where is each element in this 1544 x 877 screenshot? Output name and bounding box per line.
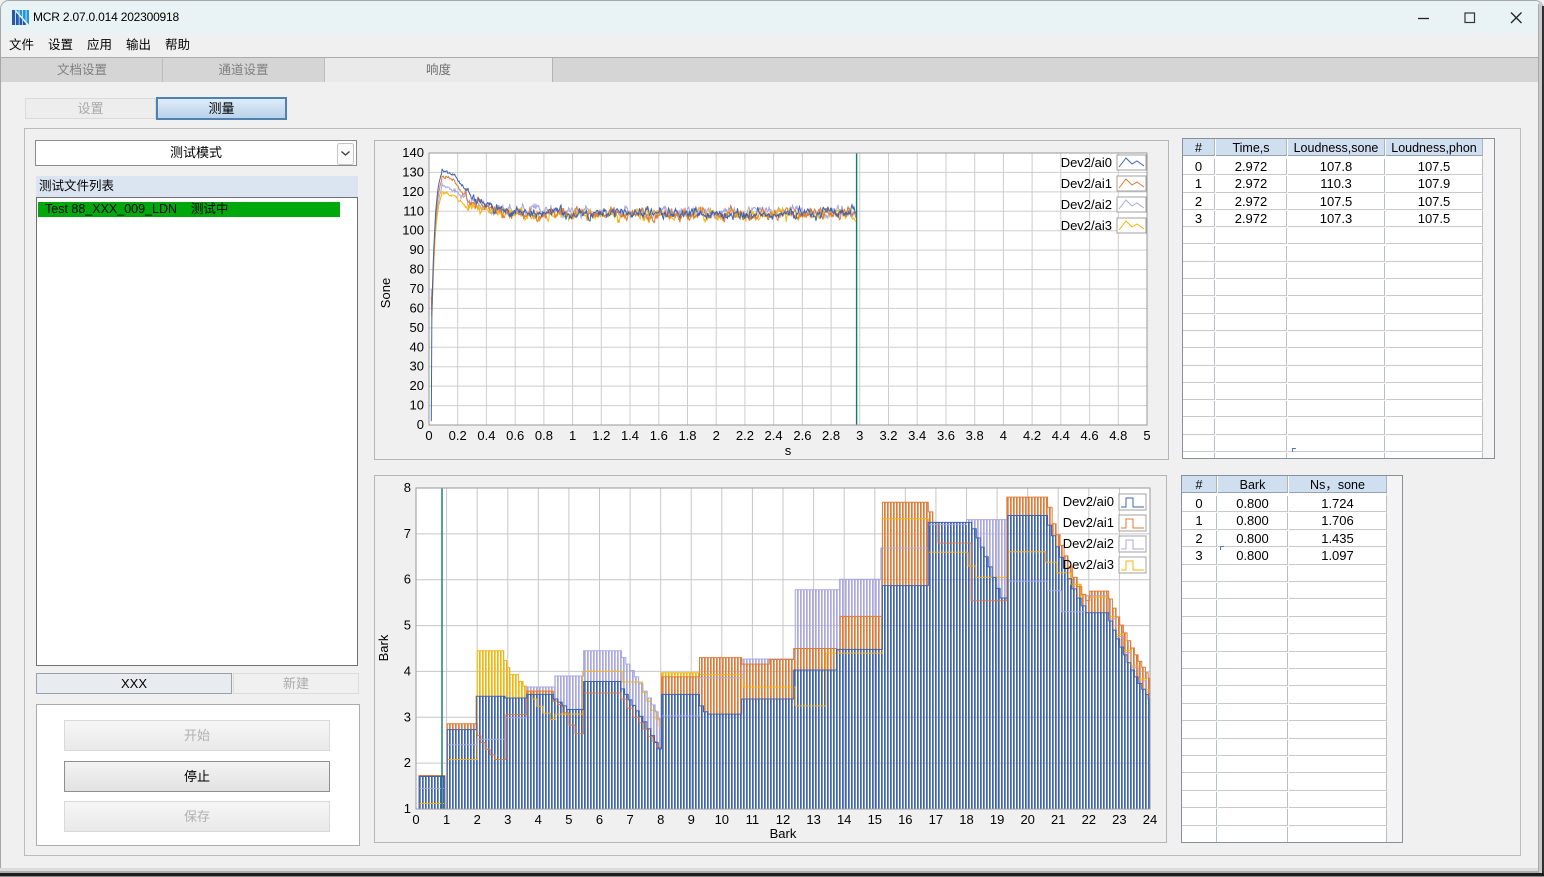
svg-text:2: 2 [474,812,481,827]
svg-text:2: 2 [713,428,720,443]
svg-text:0.4: 0.4 [477,428,495,443]
svg-text:19: 19 [990,812,1004,827]
svg-text:1: 1 [569,428,576,443]
svg-text:13: 13 [806,812,820,827]
svg-text:Dev2/ai0: Dev2/ai0 [1061,155,1112,170]
svg-text:100: 100 [402,223,424,238]
svg-text:90: 90 [410,242,424,257]
svg-text:0.2: 0.2 [449,428,467,443]
svg-text:Dev2/ai3: Dev2/ai3 [1063,557,1114,572]
svg-text:Dev2/ai3: Dev2/ai3 [1061,218,1112,233]
svg-text:17: 17 [929,812,943,827]
svg-text:2: 2 [404,755,411,770]
svg-text:2.4: 2.4 [765,428,783,443]
svg-text:21: 21 [1051,812,1065,827]
svg-text:3.4: 3.4 [908,428,926,443]
svg-text:3: 3 [504,812,511,827]
svg-text:0.8: 0.8 [535,428,553,443]
svg-text:5: 5 [1143,428,1150,443]
svg-text:Bark: Bark [376,634,391,661]
svg-text:2.2: 2.2 [736,428,754,443]
svg-text:4: 4 [404,663,411,678]
svg-text:1.4: 1.4 [621,428,639,443]
svg-text:5: 5 [565,812,572,827]
svg-text:12: 12 [776,812,790,827]
svg-text:Dev2/ai2: Dev2/ai2 [1061,197,1112,212]
svg-text:6: 6 [404,572,411,587]
svg-text:7: 7 [404,526,411,541]
svg-text:30: 30 [410,359,424,374]
svg-text:Sone: Sone [378,278,393,308]
svg-text:20: 20 [410,378,424,393]
svg-text:3: 3 [856,428,863,443]
svg-text:16: 16 [898,812,912,827]
svg-text:1.2: 1.2 [592,428,610,443]
svg-text:24: 24 [1143,812,1157,827]
svg-text:2.6: 2.6 [793,428,811,443]
svg-text:0.6: 0.6 [506,428,524,443]
svg-text:0: 0 [417,417,424,432]
svg-text:10: 10 [410,398,424,413]
svg-text:50: 50 [410,320,424,335]
svg-text:2.8: 2.8 [822,428,840,443]
svg-text:3: 3 [404,709,411,724]
svg-text:23: 23 [1112,812,1126,827]
svg-text:4.8: 4.8 [1109,428,1127,443]
svg-text:4: 4 [1000,428,1007,443]
svg-text:4: 4 [535,812,542,827]
svg-text:1: 1 [404,801,411,816]
svg-text:110: 110 [403,203,424,218]
svg-text:Bark: Bark [770,826,797,841]
svg-text:8: 8 [657,812,664,827]
svg-text:5: 5 [404,618,411,633]
svg-text:60: 60 [410,300,424,315]
svg-text:70: 70 [410,281,424,296]
svg-text:15: 15 [868,812,882,827]
svg-text:7: 7 [626,812,633,827]
svg-text:120: 120 [402,184,424,199]
svg-text:14: 14 [837,812,851,827]
svg-text:80: 80 [410,262,424,277]
svg-text:3.8: 3.8 [966,428,984,443]
svg-text:0: 0 [425,428,432,443]
svg-text:4.2: 4.2 [1023,428,1041,443]
svg-text:40: 40 [410,339,424,354]
svg-text:Dev2/ai0: Dev2/ai0 [1063,494,1114,509]
svg-text:20: 20 [1020,812,1034,827]
svg-text:11: 11 [746,812,760,827]
svg-text:22: 22 [1082,812,1096,827]
svg-text:1.6: 1.6 [650,428,668,443]
svg-text:8: 8 [404,480,411,495]
svg-text:18: 18 [959,812,973,827]
svg-text:130: 130 [402,164,424,179]
svg-text:9: 9 [688,812,695,827]
svg-text:10: 10 [715,812,729,827]
svg-text:1: 1 [443,812,450,827]
svg-text:6: 6 [596,812,603,827]
svg-text:4.4: 4.4 [1052,428,1070,443]
svg-text:s: s [785,443,792,458]
svg-text:3.2: 3.2 [879,428,897,443]
svg-text:4.6: 4.6 [1081,428,1099,443]
svg-text:140: 140 [402,145,424,160]
svg-text:3.6: 3.6 [937,428,955,443]
svg-text:Dev2/ai1: Dev2/ai1 [1061,176,1112,191]
svg-text:0: 0 [412,812,419,827]
svg-text:1.8: 1.8 [678,428,696,443]
svg-text:Dev2/ai2: Dev2/ai2 [1063,536,1114,551]
svg-text:Dev2/ai1: Dev2/ai1 [1063,515,1114,530]
